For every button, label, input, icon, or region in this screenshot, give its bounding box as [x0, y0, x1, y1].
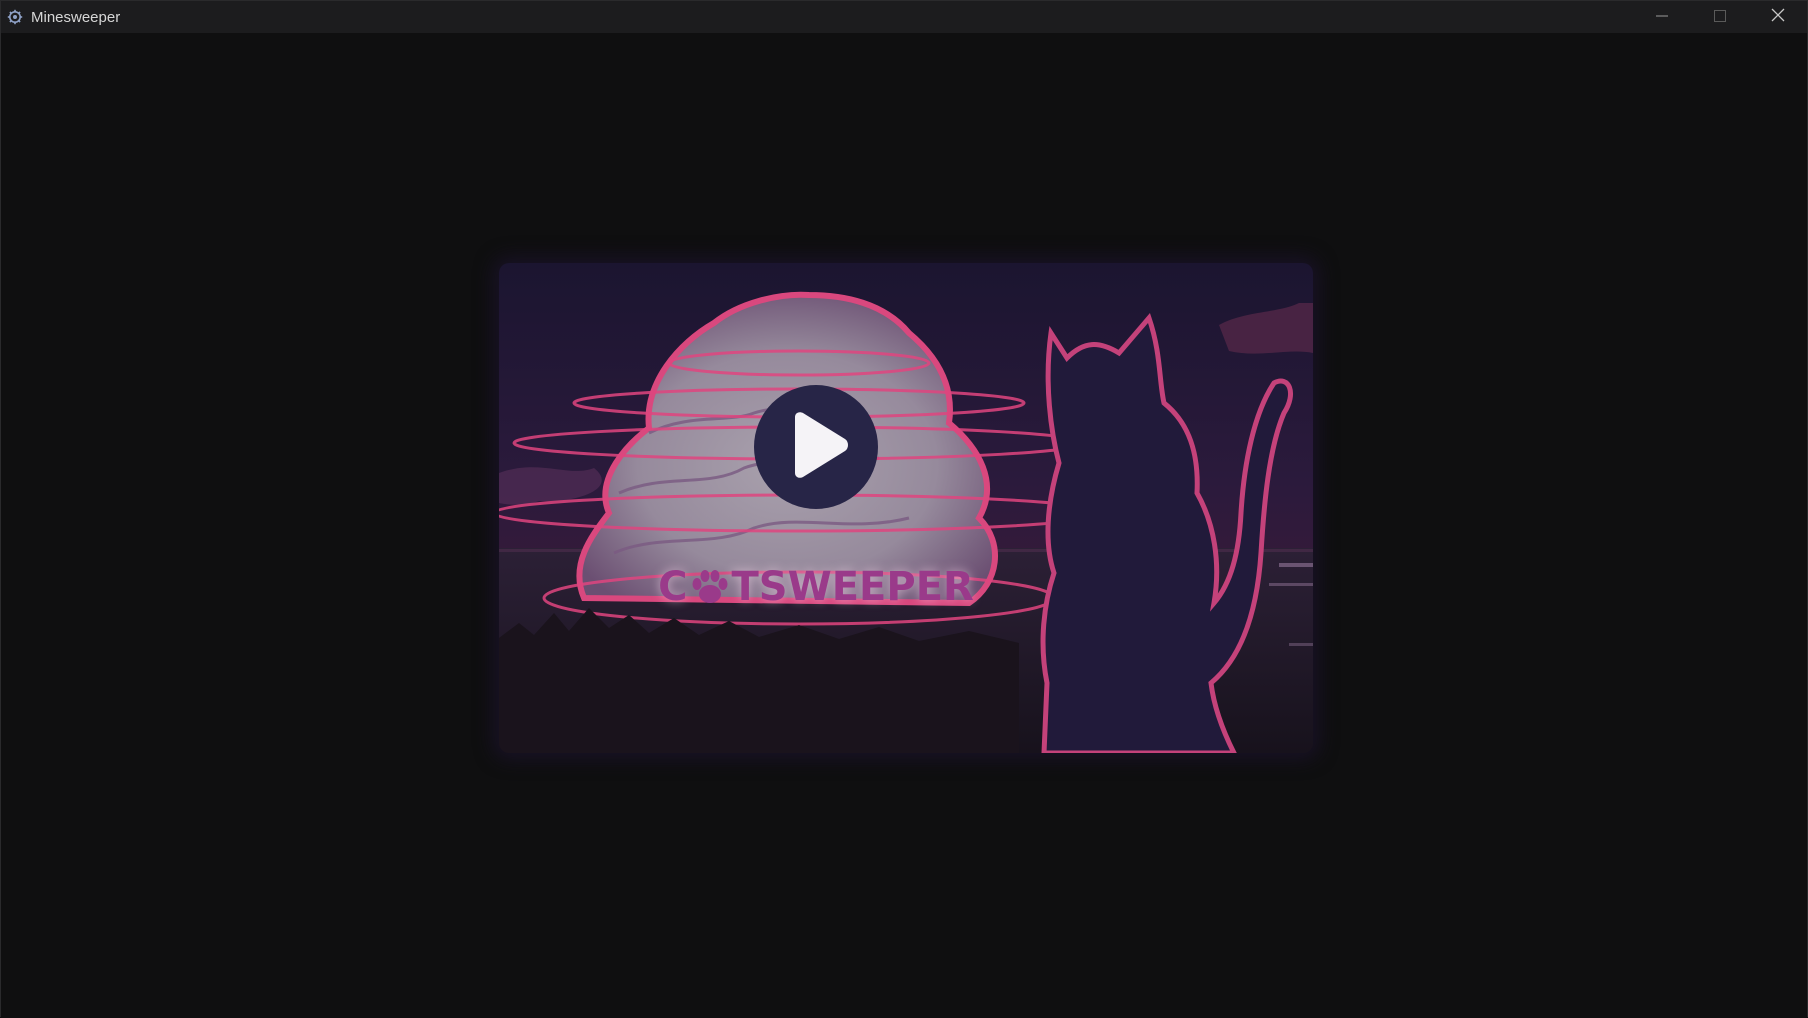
window-title: Minesweeper: [31, 8, 121, 26]
close-icon: [1771, 8, 1785, 26]
title-bar[interactable]: Minesweeper: [1, 1, 1807, 33]
gear-app-icon: [7, 9, 23, 25]
minimize-button[interactable]: [1633, 1, 1691, 33]
maximize-button[interactable]: [1691, 1, 1749, 33]
splash-scene-illustration: [499, 291, 1313, 753]
brand-prefix: C: [658, 564, 688, 610]
minimize-icon: [1656, 9, 1668, 26]
play-icon: [781, 409, 851, 486]
paw-icon: [690, 567, 730, 607]
splash-artwork: [499, 263, 1313, 753]
app-window: Minesweeper C TSWEEPER: [0, 0, 1808, 1018]
window-controls: [1633, 1, 1807, 33]
brand-suffix: TSWEEPER: [731, 564, 974, 610]
cat-sweeper-logo: C TSWEEPER: [641, 557, 991, 617]
close-button[interactable]: [1749, 1, 1807, 33]
maximize-icon: [1714, 9, 1726, 26]
play-button[interactable]: [754, 385, 878, 509]
